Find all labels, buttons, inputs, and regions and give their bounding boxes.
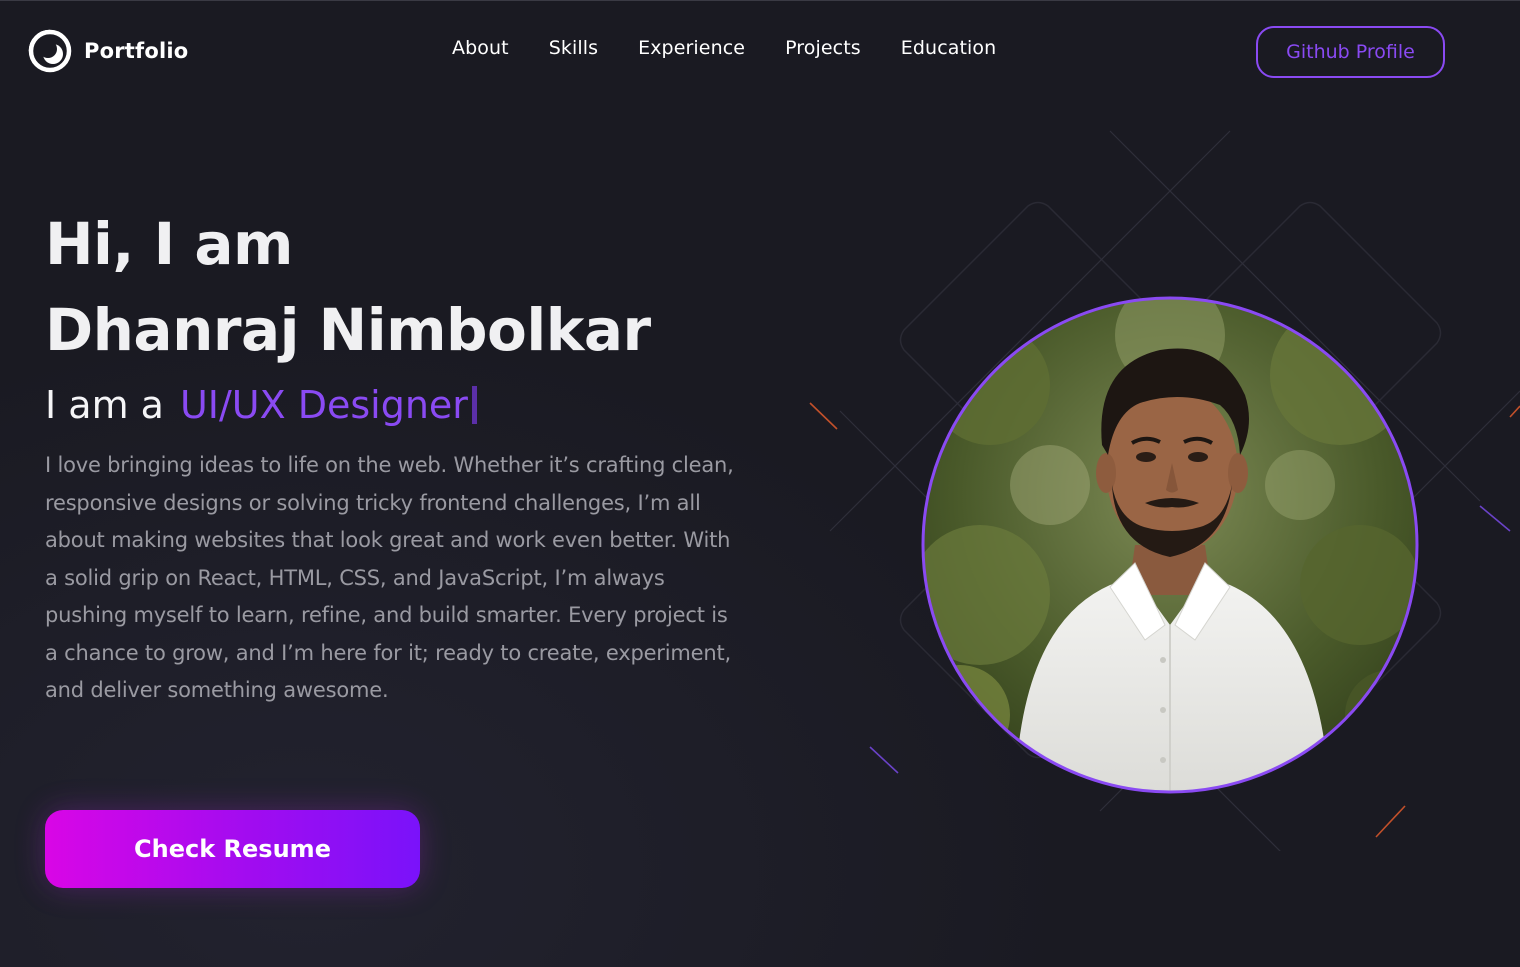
check-resume-button[interactable]: Check Resume xyxy=(45,810,420,888)
nav-item: Education xyxy=(901,37,997,59)
profile-photo xyxy=(921,296,1419,794)
nav-item: Skills xyxy=(549,37,598,59)
hero-heading: Hi, I am Dhanraj Nimbolkar xyxy=(45,201,745,373)
role-line: I am a UI/UX Designer xyxy=(45,377,745,433)
brand-link[interactable]: Portfolio xyxy=(28,29,188,73)
nav-link-about[interactable]: About xyxy=(452,37,509,59)
github-profile-button[interactable]: Github Profile xyxy=(1256,26,1445,78)
hero-intro: Hi, I am Dhanraj Nimbolkar I am a UI/UX D… xyxy=(45,201,745,710)
typing-caret xyxy=(471,385,477,424)
role-prefix: I am a xyxy=(45,383,164,427)
nav-item: About xyxy=(452,37,509,59)
hero-name: Dhanraj Nimbolkar xyxy=(45,296,651,364)
half-circle-logo-icon xyxy=(28,29,72,73)
nav-link-projects[interactable]: Projects xyxy=(785,37,861,59)
nav-item: Experience xyxy=(638,37,745,59)
navbar: Portfolio About Skills Experience Projec… xyxy=(0,1,1520,101)
nav-item: Projects xyxy=(785,37,861,59)
portfolio-page: Portfolio About Skills Experience Projec… xyxy=(0,0,1520,967)
nav-link-skills[interactable]: Skills xyxy=(549,37,598,59)
brand-name: Portfolio xyxy=(84,39,189,63)
nav-link-experience[interactable]: Experience xyxy=(638,37,745,59)
role-typed-text: UI/UX Designer xyxy=(179,383,468,427)
hero-greeting: Hi, I am xyxy=(45,210,294,278)
nav-menu: About Skills Experience Projects Educati… xyxy=(452,37,996,59)
hero-bio: I love bringing ideas to life on the web… xyxy=(45,453,734,702)
nav-link-education[interactable]: Education xyxy=(901,37,997,59)
